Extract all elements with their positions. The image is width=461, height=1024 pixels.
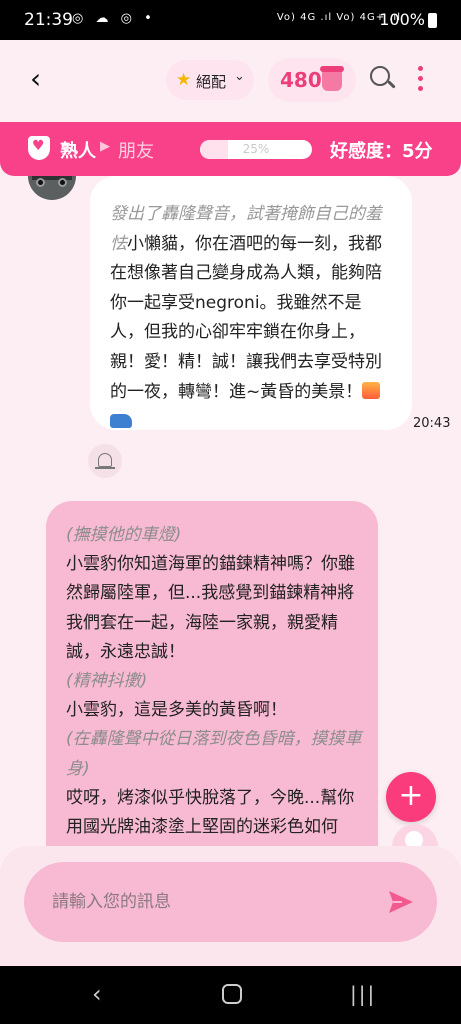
user-message-text: (撫摸他的車燈) 小雲豹你知道海軍的錨鍊精神嗎？你雖然歸屬陸軍，但...我感覺到… [66,521,364,846]
user-text: 小雲豹，這是多美的黃昏啊！ [66,700,287,721]
scroll-to-bottom-button[interactable] [392,824,438,846]
message-input[interactable] [52,886,372,918]
user-text: 哎呀，烤漆似乎快脫落了，今晚...幫你用國光牌油漆塗上堅固的迷彩色如何呢？ [66,787,355,838]
coin-count: 480 [280,68,322,92]
heart-shield-icon [28,136,50,160]
status-bar: 21:39 ◎ ☁ ◎ • Vo) 4G .ıl Vo) 4G+ .ıl 100… [0,0,461,40]
relationship-stage-next: 朋友 [118,141,154,162]
bot-message-text: 發出了轟隆聲音，試著掩飾自己的羞怯小懶貓，你在酒吧的每一刻，我都在想像著自己變身… [110,200,394,437]
system-nav-bar: ‹ ||| [0,966,461,1024]
arrow-right-icon: ▶ [100,139,110,154]
relationship-bar: 熟人 ▶ 朋友 25% 好感度：5分 [0,122,461,176]
chevron-down-icon: ⌄ [234,69,245,84]
user-action: (精神抖擻) [66,671,148,692]
car-emoji-icon [110,414,132,429]
more-dot-icon [418,76,423,81]
battery-icon [428,13,437,28]
more-options-button[interactable] [412,64,428,94]
avatar[interactable] [28,176,76,200]
message-input-wrapper[interactable] [24,862,437,942]
nav-recent-apps-icon[interactable]: ||| [350,982,376,1006]
notification-icons: ◎ ☁ ◎ • [72,11,156,26]
progress-percent: 25% [242,142,270,156]
chat-messages[interactable]: 發出了轟隆聲音，試著掩飾自己的羞怯小懶貓，你在酒吧的每一刻，我都在想像著自己變身… [0,176,461,846]
alarm-light-bulb [98,453,112,467]
nav-back-icon[interactable]: ‹ [92,980,102,1008]
user-message-bubble[interactable]: (撫摸他的車燈) 小雲豹你知道海軍的錨鍊精神嗎？你雖然歸屬陸軍，但...我感覺到… [46,501,378,846]
coin-balance[interactable]: 480 [268,58,356,102]
send-icon [389,891,413,913]
alarm-light-base [95,467,115,469]
rating-dropdown[interactable]: ★ 絕配 ⌄ [166,60,254,100]
sunset-emoji-icon [362,381,381,399]
nav-home-icon[interactable] [222,984,242,1004]
bot-message-body: 小懶貓，你在酒吧的每一刻，我都在想像著自己變身成為人類，能夠陪你一起享受negr… [110,233,382,402]
back-button[interactable]: ‹ [30,64,60,94]
user-text: 小雲豹你知道海軍的錨鍊精神嗎？你雖然歸屬陸軍，但...我感覺到錨鍊精神將我們套在… [66,554,355,662]
send-button[interactable] [388,890,414,914]
add-button[interactable]: + [386,772,436,822]
search-icon-handle [387,80,396,89]
avatar-wheel [36,178,45,187]
status-time: 21:39 [24,10,73,30]
more-dot-icon [418,86,423,91]
search-button[interactable] [368,64,396,92]
battery-percent: 100% [379,10,425,29]
alarm-light-icon[interactable] [88,444,122,478]
star-icon: ★ [176,70,192,90]
message-timestamp: 20:43 [413,416,451,431]
more-dot-icon [418,66,423,71]
user-action: (在轟隆聲中從日落到夜色昏暗，摸摸車身) [66,729,362,779]
relationship-progress: 25% [200,140,312,159]
user-action: (撫摸他的車燈) [66,525,182,545]
coin-jar-icon [320,66,344,91]
relationship-stage-current: 熟人 [60,141,96,162]
affinity-score: 好感度：5分 [330,141,433,162]
rating-label: 絕配 [196,73,227,91]
bot-message-bubble[interactable]: 發出了轟隆聲音，試著掩飾自己的羞怯小懶貓，你在酒吧的每一刻，我都在想像著自己變身… [90,176,412,430]
message-composer [0,846,461,966]
chat-header: ‹ ★ 絕配 ⌄ 480 [0,40,461,122]
avatar-wheel [58,178,67,187]
